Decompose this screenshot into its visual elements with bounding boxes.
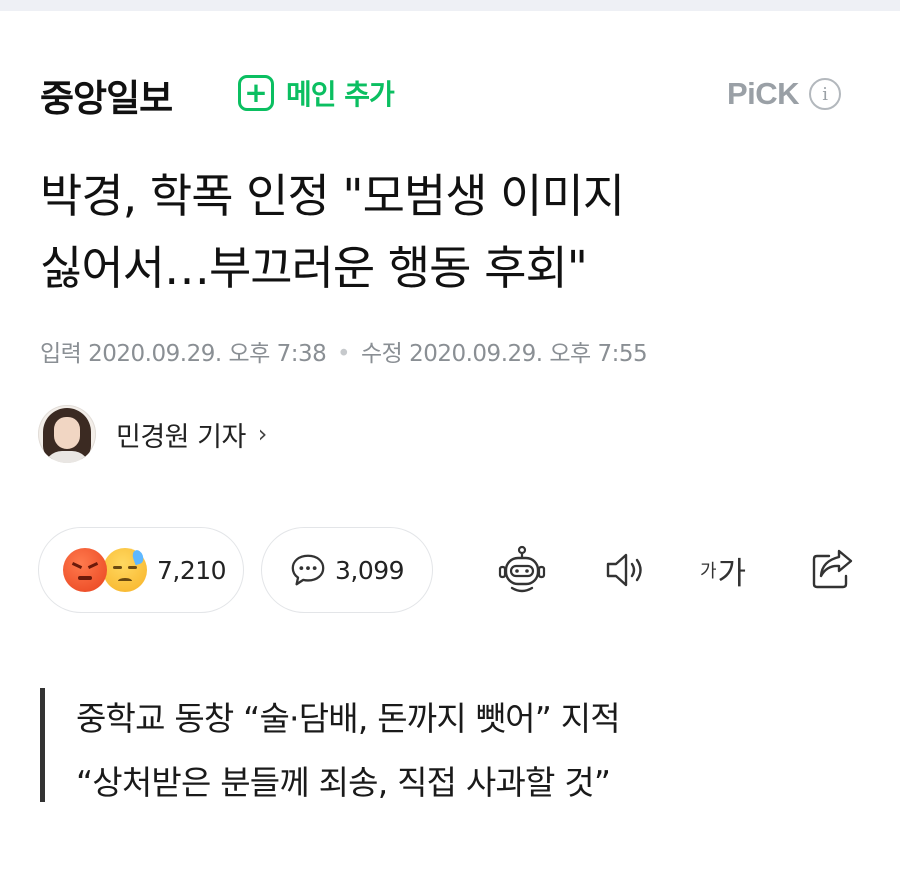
article-dates: 입력 2020.09.29. 오후 7:38 • 수정 2020.09.29. … [40, 334, 648, 368]
comment-count: 3,099 [335, 555, 405, 585]
reporter-name: 민경원 기자 [116, 421, 246, 453]
font-size-small-label: 가 [699, 561, 717, 582]
press-logo[interactable]: 중앙일보 [40, 68, 173, 122]
comments-button[interactable]: 3,099 [261, 527, 433, 613]
add-main-label: 메인 추가 [286, 78, 395, 111]
share-icon [812, 549, 853, 589]
reaction-emojis [63, 548, 147, 592]
edit-label: 수정 [360, 341, 403, 367]
summary-quote-bar [40, 688, 45, 802]
chevron-right-icon: › [257, 420, 268, 448]
input-date: 2020.09.29. 오후 7:38 [88, 341, 327, 367]
pick-badge: PiCK i [727, 76, 842, 112]
share-button[interactable] [803, 540, 863, 600]
edit-date: 2020.09.29. 오후 7:55 [409, 341, 648, 367]
press-header: 중앙일보 + 메인 추가 PiCK i [0, 60, 900, 124]
comment-bubble-icon [291, 554, 325, 586]
robot-summary-icon [498, 545, 546, 593]
input-label: 입력 [40, 341, 82, 367]
plus-icon: + [238, 75, 274, 111]
info-icon[interactable]: i [809, 78, 842, 110]
title-line-1: 박경, 학폭 인정 "모범생 이미지 [40, 169, 625, 223]
sad-sweat-emoji-icon [103, 548, 147, 592]
font-size-big-label: 가 [717, 555, 747, 592]
font-size-button[interactable]: 가가 [693, 540, 753, 600]
summary-line-2: “상처받은 분들께 죄송, 직접 사과할 것” [76, 763, 611, 802]
title-line-2: 싫어서…부끄러운 행동 후회" [40, 241, 588, 295]
add-main-button[interactable]: + 메인 추가 [238, 73, 395, 113]
audio-icon [606, 553, 642, 587]
audio-button[interactable] [596, 540, 656, 600]
reactions-button[interactable]: 7,210 [38, 527, 244, 613]
reporter-link[interactable]: 민경원 기자 › [38, 405, 267, 463]
pick-label: PiCK [727, 76, 800, 111]
status-strip [0, 0, 900, 11]
summary-line-1: 중학교 동창 “술·담배, 돈까지 뺏어” 지적 [76, 699, 621, 738]
date-separator: • [337, 341, 351, 367]
angry-emoji-icon [63, 548, 107, 592]
summary-bot-button[interactable] [492, 540, 552, 600]
reaction-count: 7,210 [157, 555, 227, 585]
reporter-avatar [38, 405, 96, 463]
article-title: 박경, 학폭 인정 "모범생 이미지 싫어서…부끄러운 행동 후회" [40, 160, 880, 304]
